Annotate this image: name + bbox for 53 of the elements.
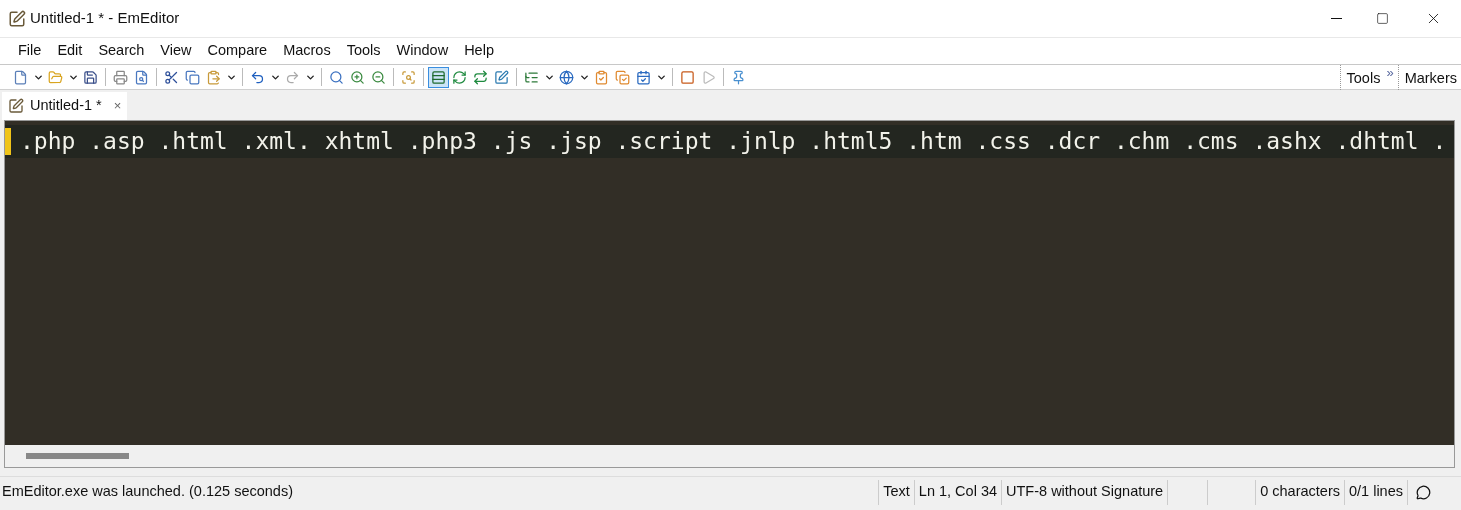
status-field: 0 characters [1255, 479, 1344, 505]
menu-item[interactable]: Search [90, 40, 153, 62]
search-icon [350, 69, 365, 85]
status-field: Ln 1, Col 34 [913, 479, 1002, 505]
status-field: Text [878, 479, 914, 505]
speech-bubble-icon[interactable] [1416, 484, 1431, 500]
status-field: 0/1 lines [1344, 479, 1407, 505]
menu-item[interactable]: View [152, 40, 200, 62]
menu-item[interactable]: Tools [338, 40, 389, 62]
tab-label: Untitled-1 * [30, 96, 102, 116]
clipboard-icon [206, 69, 221, 85]
pin-icon [731, 69, 746, 85]
rows-icon [431, 69, 446, 85]
maximize-icon [1375, 12, 1389, 25]
notepad-icon [8, 98, 24, 114]
search-icon [401, 69, 416, 85]
panel-label[interactable]: Markers [1404, 67, 1457, 90]
search-icon [329, 69, 344, 85]
edit-icon [494, 69, 509, 85]
menu-item[interactable]: Window [388, 40, 457, 62]
panel-label[interactable]: Tools [1346, 67, 1381, 90]
menu-item[interactable]: File [10, 40, 50, 62]
printer-icon [113, 69, 128, 85]
menu-item[interactable]: Edit [49, 40, 91, 62]
magnifier-page-icon [134, 69, 149, 85]
editor-area[interactable]: .php .asp .html .xml. xhtml .php3 .js .jsp .script .jnlp .html5 .htm .css .dcr .chm .cms .ashx .dhtml . [5, 121, 1454, 445]
window-title: Untitled-1 * - EmEditor [30, 8, 180, 29]
chevron-button[interactable]: » [1386, 65, 1394, 79]
refresh-icon [452, 69, 467, 85]
status-message: EmEditor.exe was launched. (0.125 seconds) [1, 482, 294, 502]
globe-icon [559, 69, 574, 85]
play-icon [701, 69, 716, 85]
scissors-icon [164, 69, 179, 85]
document-tab[interactable]: Untitled-1 * × [2, 92, 128, 120]
status-field: UTF-8 without Signature [1001, 479, 1168, 505]
tree-icon [524, 69, 539, 85]
menu-item[interactable]: Compare [199, 40, 276, 62]
folder-icon [48, 69, 63, 85]
notepad-icon [8, 9, 26, 28]
menu-item[interactable]: Help [456, 40, 502, 62]
tab-close-button[interactable]: × [113, 96, 122, 116]
redo-icon [285, 69, 300, 85]
toolbar-button[interactable] [428, 66, 449, 88]
search-icon [371, 69, 386, 85]
copy-icon [185, 69, 200, 85]
repeat-icon [473, 69, 488, 85]
code-line: .php .asp .html .xml. xhtml .php3 .js .jsp .script .jnlp .html5 .htm .css .dcr .chm .cms .ashx .dhtml . [20, 127, 1447, 157]
scrollbar-thumb[interactable] [26, 453, 129, 459]
minimize-icon [1330, 18, 1342, 19]
menu-item[interactable]: Macros [275, 40, 339, 62]
undo-icon [250, 69, 265, 85]
document-icon [13, 69, 28, 85]
stop-icon [680, 69, 695, 85]
